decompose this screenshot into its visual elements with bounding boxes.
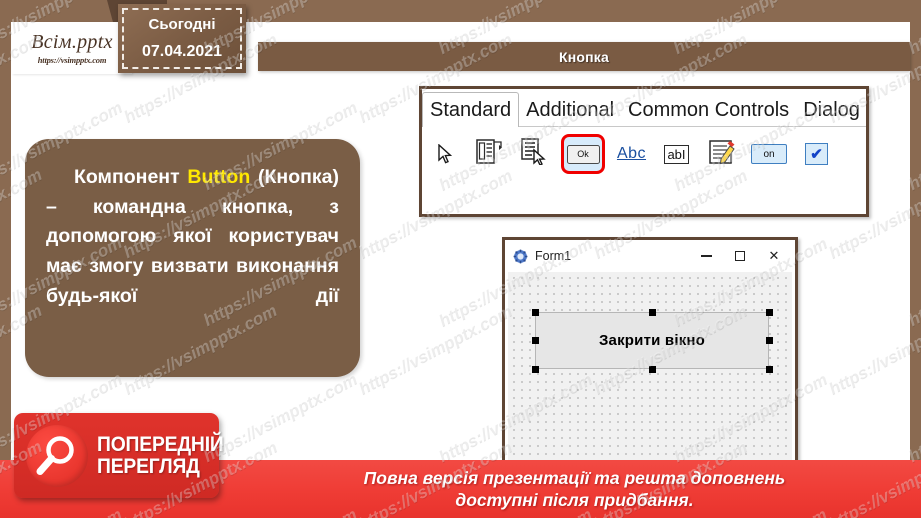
description-text-before: Компонент — [74, 166, 188, 188]
preview-badge[interactable]: ПОПЕРЕДНІЙ ПЕРЕГЛЯД — [14, 413, 224, 498]
palette-slot-checkbox[interactable]: ✔ — [794, 131, 839, 177]
selection-handle[interactable] — [532, 366, 539, 373]
selection-handle[interactable] — [532, 337, 539, 344]
palette-tab-dialog[interactable]: Dialog — [796, 93, 867, 127]
promo-bar-text: Повна версія презентації та решта доповн… — [228, 462, 921, 516]
slide-right-border — [910, 0, 921, 518]
palette-slot-cursor[interactable] — [422, 131, 467, 177]
date-badge-label: Сьогодні — [148, 16, 216, 33]
logo-title: Всім.pptx — [31, 30, 113, 53]
selection-handle[interactable] — [649, 309, 656, 316]
application-icon — [513, 249, 528, 264]
description-highlight: Button — [187, 166, 251, 188]
palette-icon-row: Ok Abc abI on ✔ — [422, 129, 866, 179]
logo-url: https://vsimpptx.com — [37, 54, 107, 65]
slide-left-border — [0, 0, 11, 518]
frame-icon — [476, 138, 503, 170]
close-icon[interactable]: ✕ — [757, 242, 791, 270]
magnifier-icon — [26, 424, 88, 487]
palette-tab-additional[interactable]: Additional — [519, 93, 621, 127]
presentation-slide: Всім.pptx https://vsimpptx.com Сьогодні … — [0, 0, 921, 518]
promo-line-2: доступні після придбання. — [455, 490, 694, 510]
checkbox-icon: ✔ — [805, 143, 828, 165]
button-icon-highlight: Ok — [561, 134, 605, 174]
form-designer-window: Form1 ✕ Закрити вікно — [502, 237, 798, 469]
preview-badge-line-2: ПЕРЕГЛЯД — [97, 454, 200, 478]
memo-icon — [708, 138, 736, 171]
palette-slot-button[interactable]: Ok — [557, 131, 609, 177]
form-design-canvas[interactable]: Закрити вікно — [508, 272, 792, 463]
palette-tab-standard[interactable]: Standard — [422, 92, 520, 127]
date-badge-value: 07.04.2021 — [141, 43, 223, 60]
form-titlebar: Form1 ✕ — [505, 240, 795, 272]
slide-title-banner: Кнопка — [258, 42, 910, 71]
design-close-window-button[interactable]: Закрити вікно — [535, 312, 769, 369]
mainmenu-icon — [521, 138, 548, 170]
selection-handle[interactable] — [766, 366, 773, 373]
palette-tab-strip: Standard Additional Common Controls Dial… — [422, 89, 866, 127]
palette-tab-common-controls[interactable]: Common Controls — [621, 93, 796, 127]
toggle-on-icon: on — [751, 144, 787, 164]
maximize-icon[interactable] — [723, 242, 757, 270]
selection-handle[interactable] — [766, 309, 773, 316]
description-text: Компонент Button (Кнопка) – командна кно… — [46, 163, 339, 311]
selection-handle[interactable] — [649, 366, 656, 373]
edit-icon: abI — [664, 144, 689, 164]
minimize-icon[interactable] — [689, 242, 723, 270]
slide-title: Кнопка — [558, 48, 609, 65]
selection-handle[interactable] — [766, 337, 773, 344]
palette-slot-frame[interactable] — [467, 131, 512, 177]
site-logo: Всім.pptx https://vsimpptx.com — [12, 22, 132, 74]
label-icon: Abc — [616, 145, 647, 162]
preview-badge-line-1: ПОПЕРЕДНІЙ — [97, 433, 224, 457]
cursor-arrow-icon — [437, 144, 452, 164]
preview-badge-labels: ПОПЕРЕДНІЙ ПЕРЕГЛЯД — [97, 434, 235, 477]
selection-handle[interactable] — [532, 309, 539, 316]
design-button-caption: Закрити вікно — [598, 332, 706, 349]
button-icon: Ok — [566, 144, 600, 164]
palette-slot-label[interactable]: Abc — [609, 131, 654, 177]
component-palette-panel: Standard Additional Common Controls Dial… — [419, 86, 869, 217]
description-box: Компонент Button (Кнопка) – командна кно… — [25, 139, 360, 377]
palette-slot-memo[interactable] — [699, 131, 744, 177]
palette-slot-edit[interactable]: abI — [654, 131, 699, 177]
form-caption: Form1 — [535, 249, 572, 263]
promo-line-1: Повна версія презентації та решта доповн… — [363, 467, 786, 488]
palette-slot-toggle[interactable]: on — [744, 131, 794, 177]
form-window-controls: ✕ — [689, 240, 791, 272]
date-badge: Сьогодні 07.04.2021 — [118, 4, 246, 73]
palette-slot-mainmenu[interactable] — [512, 131, 557, 177]
